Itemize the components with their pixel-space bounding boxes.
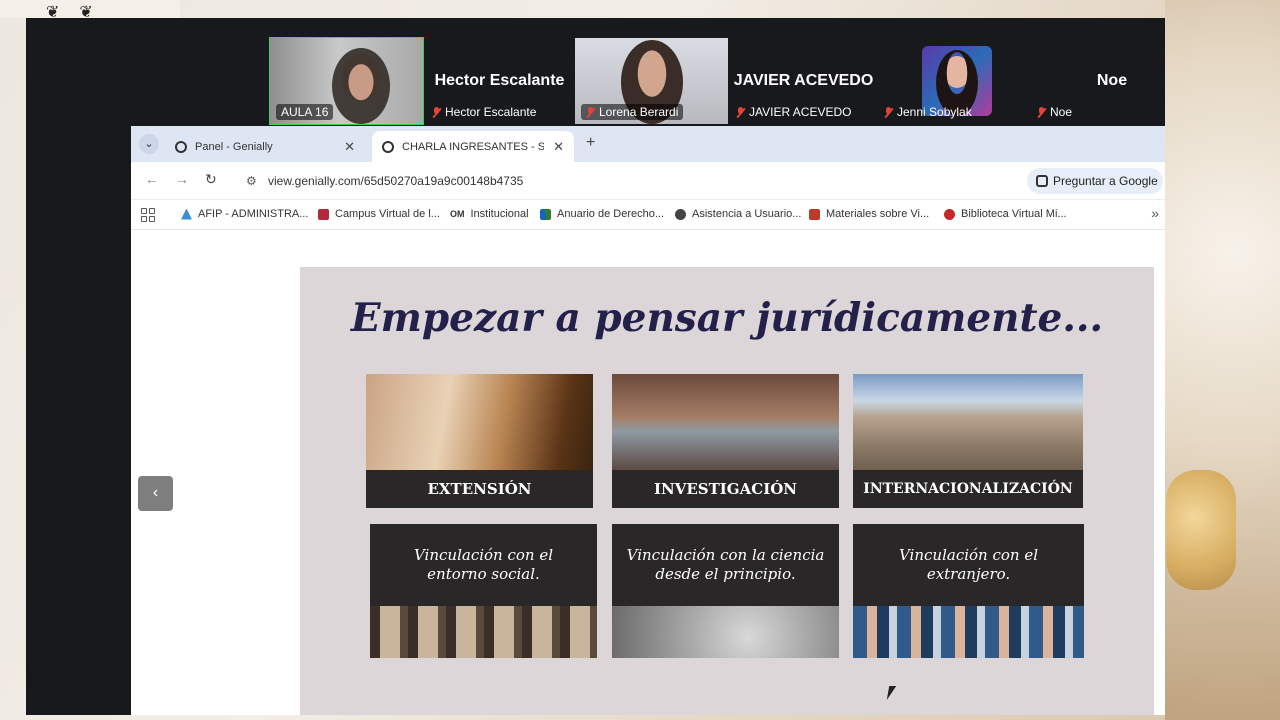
more-bookmarks-chevron-icon[interactable]: » bbox=[1151, 205, 1159, 221]
participant-name-tag: Lorena Berardi bbox=[581, 104, 684, 120]
participant-tile[interactable]: Jenni Sobylak bbox=[879, 38, 1019, 124]
tab-charla-ingresantes[interactable]: CHARLA INGRESANTES - SEDE ✕ bbox=[372, 131, 574, 162]
slide-title: Empezar a pensar jurídicamente... bbox=[350, 295, 1104, 341]
participant-tile[interactable]: Hector Escalante Hector Escalante bbox=[427, 38, 572, 124]
bookmark-campus-virtual[interactable]: Campus Virtual de l... bbox=[318, 208, 440, 220]
participant-name-tag: AULA 16 bbox=[276, 104, 334, 120]
om-icon: OM bbox=[450, 209, 465, 219]
ask-google-button[interactable]: Preguntar a Google bbox=[1027, 168, 1163, 194]
campus-icon bbox=[318, 208, 329, 220]
previous-slide-button[interactable]: ‹ bbox=[138, 476, 173, 511]
bookmark-afip[interactable]: AFIP - ADMINISTRA... bbox=[181, 208, 308, 220]
crowd-image bbox=[853, 606, 1084, 658]
card-investigacion[interactable]: INVESTIGACIÓN bbox=[612, 374, 839, 508]
card-label: EXTENSIÓN bbox=[366, 470, 593, 508]
anuario-icon bbox=[540, 208, 551, 220]
mic-muted-icon bbox=[736, 106, 745, 118]
materiales-icon bbox=[809, 208, 820, 220]
background-gold-accent bbox=[1166, 470, 1236, 590]
background-marble bbox=[1165, 0, 1280, 720]
participant-name-large: JAVIER ACEVEDO bbox=[733, 72, 874, 89]
chess-image bbox=[612, 374, 839, 470]
reload-icon[interactable]: ↻ bbox=[205, 171, 217, 188]
gears-image bbox=[612, 606, 839, 658]
mic-muted-icon bbox=[586, 106, 595, 118]
bookmarks-bar: AFIP - ADMINISTRA... Campus Virtual de l… bbox=[131, 200, 1165, 230]
close-tab-icon[interactable]: ✕ bbox=[553, 139, 564, 155]
tab-bar: ⌄ Panel - Genially ✕ CHARLA INGRESANTES … bbox=[131, 126, 1165, 162]
card-extension[interactable]: EXTENSIÓN bbox=[366, 374, 593, 508]
participant-tile[interactable]: JAVIER ACEVEDO JAVIER ACEVEDO bbox=[731, 38, 876, 124]
video-call-window: AULA 16 Hector Escalante Hector Escalant… bbox=[26, 18, 1165, 715]
tab-panel-genially[interactable]: Panel - Genially ✕ bbox=[165, 131, 365, 162]
tab-search-chevron-icon[interactable]: ⌄ bbox=[139, 134, 159, 154]
new-tab-plus-icon[interactable]: + bbox=[586, 134, 595, 152]
mic-muted-icon bbox=[1037, 106, 1046, 118]
card-label: INVESTIGACIÓN bbox=[612, 470, 839, 508]
bookmark-asistencia[interactable]: Asistencia a Usuario... bbox=[675, 208, 801, 220]
card-vinculacion-extranjero[interactable]: Vinculación con el extranjero. bbox=[853, 524, 1084, 658]
mic-muted-icon bbox=[884, 106, 893, 118]
site-settings-icon[interactable]: ⚙ bbox=[246, 168, 257, 194]
bookmark-anuario[interactable]: Anuario de Derecho... bbox=[540, 208, 664, 220]
card-vinculacion-ciencia[interactable]: Vinculación con la ciencia desde el prin… bbox=[612, 524, 839, 658]
participant-tile[interactable]: Noe Noe bbox=[1032, 38, 1162, 124]
bookmark-biblioteca[interactable]: Biblioteca Virtual Mi... bbox=[944, 208, 1067, 220]
url-text: view.genially.com/65d50270a19a9c00148b47… bbox=[268, 174, 524, 188]
building-image bbox=[853, 374, 1083, 470]
afip-icon bbox=[181, 208, 192, 220]
globe-icon bbox=[675, 208, 686, 220]
participant-strip: AULA 16 Hector Escalante Hector Escalant… bbox=[26, 18, 1165, 126]
participant-name-tag: Hector Escalante bbox=[427, 104, 541, 120]
browser-toolbar: ← → ↻ ⚙ view.genially.com/65d50270a19a9c… bbox=[131, 162, 1165, 200]
participant-name-tag: Jenni Sobylak bbox=[879, 104, 977, 120]
genially-favicon-icon bbox=[175, 140, 187, 153]
participant-name-large: Hector Escalante bbox=[434, 72, 565, 89]
card-description: Vinculación con el extranjero. bbox=[853, 524, 1084, 606]
card-description: Vinculación con el entorno social. bbox=[370, 524, 597, 606]
back-arrow-icon[interactable]: ← bbox=[145, 171, 159, 187]
card-description: Vinculación con la ciencia desde el prin… bbox=[612, 524, 839, 606]
participant-tile[interactable]: AULA 16 bbox=[269, 37, 424, 125]
mic-muted-icon bbox=[432, 106, 441, 118]
card-label: INTERNACIONALIZACIÓN bbox=[853, 470, 1083, 508]
biblioteca-icon bbox=[944, 208, 955, 220]
participant-tile[interactable]: Lorena Berardi bbox=[575, 38, 728, 124]
card-internacionalizacion[interactable]: INTERNACIONALIZACIÓN bbox=[853, 374, 1083, 508]
genially-slide: Empezar a pensar jurídicamente... EXTENS… bbox=[300, 267, 1154, 715]
columns-image bbox=[370, 606, 597, 658]
shared-browser-window: ⌄ Panel - Genially ✕ CHARLA INGRESANTES … bbox=[131, 126, 1165, 715]
page-content: ‹ Empezar a pensar jurídicamente... EXTE… bbox=[131, 230, 1165, 715]
bookmark-institucional[interactable]: OM Institucional bbox=[450, 208, 529, 220]
genially-favicon-icon bbox=[382, 140, 394, 153]
participant-hair bbox=[332, 48, 390, 124]
close-tab-icon[interactable]: ✕ bbox=[344, 139, 355, 155]
apps-grid-icon[interactable] bbox=[141, 208, 155, 222]
book-image bbox=[366, 374, 593, 470]
address-bar[interactable]: ⚙ view.genially.com/65d50270a19a9c00148b… bbox=[238, 168, 1028, 194]
participant-name-large: Noe bbox=[1096, 72, 1128, 89]
participant-name-tag: JAVIER ACEVEDO bbox=[731, 104, 856, 120]
card-vinculacion-social[interactable]: Vinculación con el entorno social. bbox=[370, 524, 597, 658]
participant-name-tag: Noe bbox=[1032, 104, 1077, 120]
forward-arrow-icon[interactable]: → bbox=[175, 171, 189, 187]
google-lens-icon bbox=[1036, 175, 1048, 187]
bookmark-materiales[interactable]: Materiales sobre Vi... bbox=[809, 208, 929, 220]
